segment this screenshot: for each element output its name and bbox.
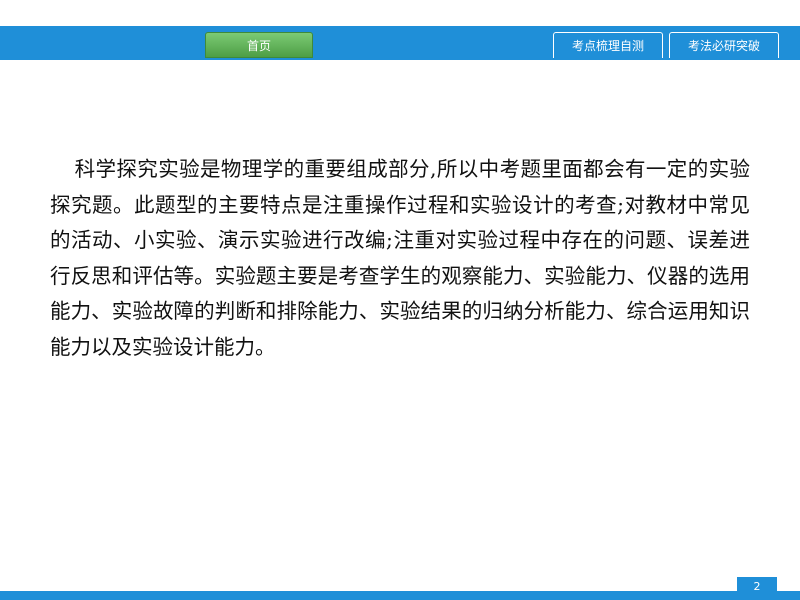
page-number: 2	[737, 577, 777, 600]
tab-kaodian-shuli-zice[interactable]: 考点梳理自测	[553, 32, 663, 58]
home-button[interactable]: 首页	[205, 32, 313, 58]
bottom-bar	[0, 591, 800, 600]
tab-kaofa-biyan-tupo[interactable]: 考法必研突破	[669, 32, 779, 58]
main-paragraph: 科学探究实验是物理学的重要组成部分,所以中考题里面都会有一定的实验探究题。此题型…	[50, 157, 750, 359]
